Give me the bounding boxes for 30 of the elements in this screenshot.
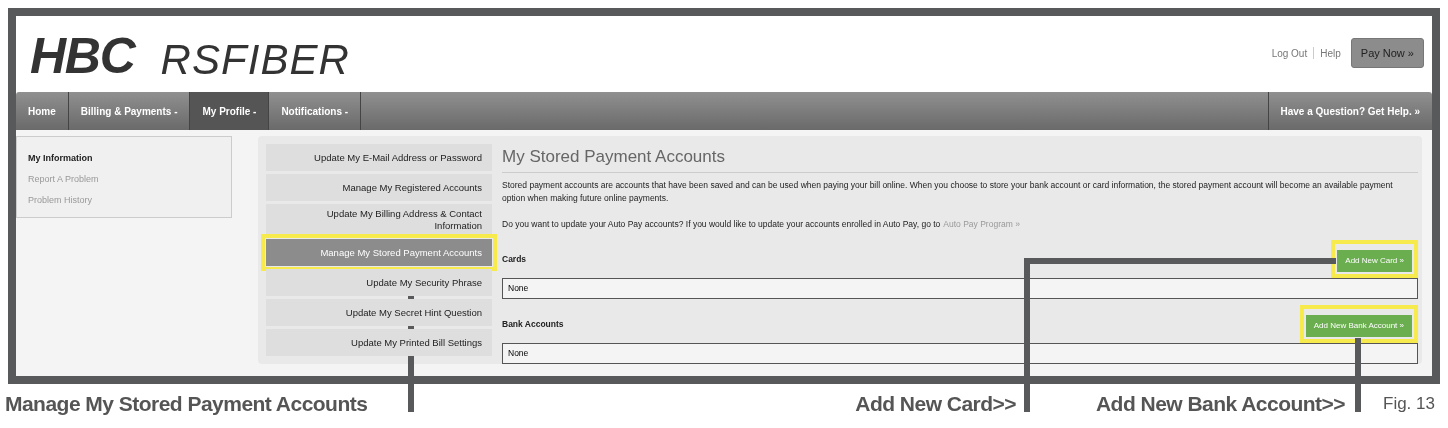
- auto-pay-link[interactable]: Auto Pay Program »: [943, 217, 1020, 231]
- section-label: Cards: [502, 252, 527, 266]
- value-field: None: [502, 278, 1418, 300]
- figure-label: Fig. 13: [1383, 393, 1435, 415]
- logo-text: HBC: [30, 31, 135, 81]
- callout-label: Add New Card>>: [855, 391, 1016, 417]
- sidebar-item[interactable]: Problem History: [28, 193, 220, 207]
- page-title: My Stored Payment Accounts: [502, 144, 1418, 173]
- sidebar-item[interactable]: Report A Problem: [28, 172, 220, 186]
- section-label: Bank Accounts: [502, 317, 564, 331]
- menu-item[interactable]: Update My Printed Bill Settings: [266, 329, 492, 356]
- header-link[interactable]: Help: [1320, 45, 1341, 61]
- description-text: Stored payment accounts are accounts that have been saved and can be used when paying your bill online. When you choose to store your bank account or card information, the stored payment account will become an available payment option when making future online payments.: [502, 178, 1394, 205]
- pay-now-button[interactable]: Pay Now »: [1350, 37, 1424, 69]
- menu-item[interactable]: Manage My Registered Accounts: [266, 174, 492, 201]
- menu-item[interactable]: Update My E-Mail Address or Password: [266, 144, 492, 171]
- add-button[interactable]: Add New Bank Account »: [1305, 315, 1412, 338]
- menu-item[interactable]: Manage My Stored Payment Accounts: [266, 239, 492, 266]
- callout-label: Add New Bank Account>>: [1095, 391, 1345, 417]
- value-field: None: [502, 343, 1418, 364]
- auto-pay-text: Do you want to update your Auto Pay accounts? If you would like to update your accounts enrolled in Auto Pay, go to: [502, 217, 941, 231]
- nav-tab[interactable]: My Profile -: [190, 92, 270, 130]
- logo-text: RSFIBER: [160, 39, 350, 81]
- menu-item[interactable]: Update My Billing Address & Contact Information: [266, 204, 492, 236]
- menu-item[interactable]: Update My Security Phrase: [266, 269, 492, 296]
- header-link[interactable]: Log Out: [1271, 45, 1308, 61]
- add-button[interactable]: Add New Card »: [1337, 250, 1412, 273]
- menu-item[interactable]: Update My Secret Hint Question: [266, 299, 492, 326]
- sidebar-item[interactable]: My Information: [28, 151, 220, 165]
- callout-label: Manage My Stored Payment Accounts: [5, 391, 368, 417]
